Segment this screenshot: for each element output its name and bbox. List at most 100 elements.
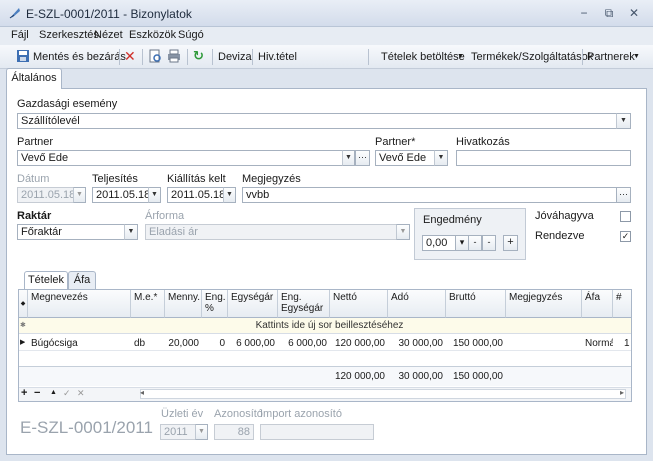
chevron-down-icon: ▼ xyxy=(73,187,86,203)
azonosito-input: 88 xyxy=(214,424,254,440)
teljesites-input[interactable]: 2011.05.18. xyxy=(92,187,149,203)
restore-button[interactable]: ⧉ xyxy=(598,5,620,21)
chevron-down-icon[interactable]: ▼ xyxy=(342,150,355,166)
partnerek-button[interactable]: Partnerek xyxy=(587,49,635,65)
cell-menny[interactable]: 20,000 xyxy=(165,338,199,349)
megjegyzes-label: Megjegyzés xyxy=(242,173,301,185)
cell-eng-pct[interactable]: 0 xyxy=(202,338,225,349)
print-preview-icon[interactable] xyxy=(148,49,162,63)
save-close-button[interactable]: Mentés és bezárás xyxy=(33,49,126,65)
refresh-icon[interactable]: ↻ xyxy=(193,48,204,64)
chevron-down-icon[interactable]: ▼ xyxy=(124,224,138,240)
minimize-button[interactable]: − xyxy=(573,5,595,21)
jovahagyva-checkbox[interactable] xyxy=(620,211,631,222)
cell-index[interactable]: 1 xyxy=(624,338,631,349)
chevron-down-icon[interactable]: ▼ xyxy=(148,187,161,203)
total-brutto: 150 000,00 xyxy=(452,371,503,382)
remove-row-icon[interactable]: − xyxy=(34,387,40,399)
cell-egysegar[interactable]: 6 000,00 xyxy=(228,338,275,349)
close-window-button[interactable]: ✕ xyxy=(623,5,645,21)
add-row-icon[interactable]: + xyxy=(21,387,27,399)
rendezve-checkbox[interactable]: ✓ xyxy=(620,231,631,242)
save-icon[interactable] xyxy=(16,49,30,63)
toolbar-separator xyxy=(142,49,143,65)
tab-tetelek[interactable]: Tételek xyxy=(24,271,68,289)
column-netto[interactable]: Nettó xyxy=(330,290,388,318)
tetelek-betoltese-button[interactable]: Tételek betöltése xyxy=(381,49,465,65)
delete-icon[interactable]: ✕ xyxy=(124,48,136,64)
termekek-button[interactable]: Termékek/Szolgáltatások xyxy=(471,49,593,65)
cell-ado[interactable]: 30 000,00 xyxy=(388,338,444,349)
megjegyzes-ellipsis-button[interactable]: ··· xyxy=(616,187,631,203)
document-id: E-SZL-0001/2011 xyxy=(20,418,153,437)
partner2-select[interactable]: Vevő Ede xyxy=(375,150,435,166)
menu-fajl[interactable]: Fájl xyxy=(8,29,32,41)
horizontal-scrollbar[interactable] xyxy=(140,389,626,399)
column-menny[interactable]: Menny. xyxy=(165,290,202,318)
cell-eng-egysegar[interactable]: 6 000,00 xyxy=(278,338,327,349)
partner-ellipsis-button[interactable]: ··· xyxy=(355,150,370,166)
chevron-down-icon: ▼ xyxy=(195,424,208,440)
minus-icon[interactable]: - xyxy=(468,235,482,251)
column-afa[interactable]: Áfa xyxy=(582,290,613,318)
hivtetel-button[interactable]: Hiv.tétel xyxy=(258,49,297,65)
toolbar-separator xyxy=(119,49,120,65)
toolbar-separator xyxy=(187,49,188,65)
cell-megnevezes[interactable]: Búgócsiga xyxy=(31,338,129,349)
grid-indicator-header: ◆ xyxy=(19,290,28,318)
minus-icon[interactable]: - xyxy=(482,235,496,251)
cell-netto[interactable]: 120 000,00 xyxy=(330,338,385,349)
tab-strip xyxy=(0,69,653,89)
import-input xyxy=(260,424,374,440)
chevron-down-icon[interactable]: ▼ xyxy=(457,49,464,65)
menu-sugo[interactable]: Súgó xyxy=(175,29,207,41)
kiallitas-input[interactable]: 2011.05.18. xyxy=(167,187,224,203)
scroll-left-icon[interactable]: ◂ xyxy=(140,388,144,397)
megjegyzes-input[interactable]: vvbb xyxy=(242,187,617,203)
column-megnevezes[interactable]: Megnevezés xyxy=(28,290,131,318)
toolbar-separator xyxy=(368,49,369,65)
confirm-icon[interactable]: ✓ xyxy=(63,388,71,399)
tab-altalanos[interactable]: Általános xyxy=(6,68,62,89)
tab-afa[interactable]: Áfa xyxy=(68,271,96,289)
move-up-icon[interactable]: ▲ xyxy=(50,389,57,396)
column-eng-pct[interactable]: Eng. % xyxy=(202,290,228,318)
engedmeny-input[interactable]: 0,00 xyxy=(422,235,456,251)
spin-down-icon[interactable]: ▾ xyxy=(455,235,469,251)
hivatkozas-input[interactable] xyxy=(456,150,631,166)
column-ado[interactable]: Adó xyxy=(388,290,446,318)
uzleti-ev-label: Üzleti év xyxy=(161,408,204,420)
partner-label: Partner xyxy=(17,136,54,148)
totals-row xyxy=(19,366,631,386)
partner-input[interactable]: Vevő Ede xyxy=(17,150,343,166)
gazdasagi-select[interactable]: Szállítólevél xyxy=(17,113,617,129)
cell-afa[interactable]: Normál xyxy=(585,338,613,349)
column-brutto[interactable]: Bruttó xyxy=(446,290,506,318)
cell-me[interactable]: db xyxy=(134,338,164,349)
column-egysegar[interactable]: Egységár xyxy=(228,290,278,318)
print-icon[interactable] xyxy=(167,49,181,63)
jovahagyva-label: Jóváhagyva xyxy=(535,210,594,222)
cancel-icon[interactable]: ✕ xyxy=(77,388,85,399)
deviza-button[interactable]: Deviza xyxy=(218,49,252,65)
chevron-down-icon[interactable]: ▼ xyxy=(616,113,631,129)
uzleti-ev-select: 2011 xyxy=(160,424,196,440)
column-me[interactable]: M.e.* xyxy=(131,290,165,318)
total-ado: 30 000,00 xyxy=(398,371,444,382)
column-index[interactable]: # xyxy=(613,290,631,318)
chevron-down-icon[interactable]: ▼ xyxy=(223,187,236,203)
chevron-down-icon[interactable]: ▼ xyxy=(633,49,640,65)
raktar-select[interactable]: Főraktár xyxy=(17,224,125,240)
menu-eszkozok[interactable]: Eszközök xyxy=(126,29,179,41)
chevron-down-icon[interactable]: ▼ xyxy=(434,150,448,166)
toolbar-separator xyxy=(212,49,213,65)
toolbar-separator xyxy=(252,49,253,65)
add-icon[interactable]: + xyxy=(503,235,518,251)
column-eng-egysegar[interactable]: Eng. Egységár xyxy=(278,290,330,318)
column-megjegyzes[interactable]: Megjegyzés xyxy=(506,290,582,318)
cell-brutto[interactable]: 150 000,00 xyxy=(446,338,503,349)
scroll-right-icon[interactable]: ▸ xyxy=(620,388,624,397)
new-row-hint[interactable]: Kattints ide új sor beillesztéséhez xyxy=(28,320,631,331)
hivatkozas-label: Hivatkozás xyxy=(456,136,510,148)
menu-nezet[interactable]: Nézet xyxy=(91,29,126,41)
